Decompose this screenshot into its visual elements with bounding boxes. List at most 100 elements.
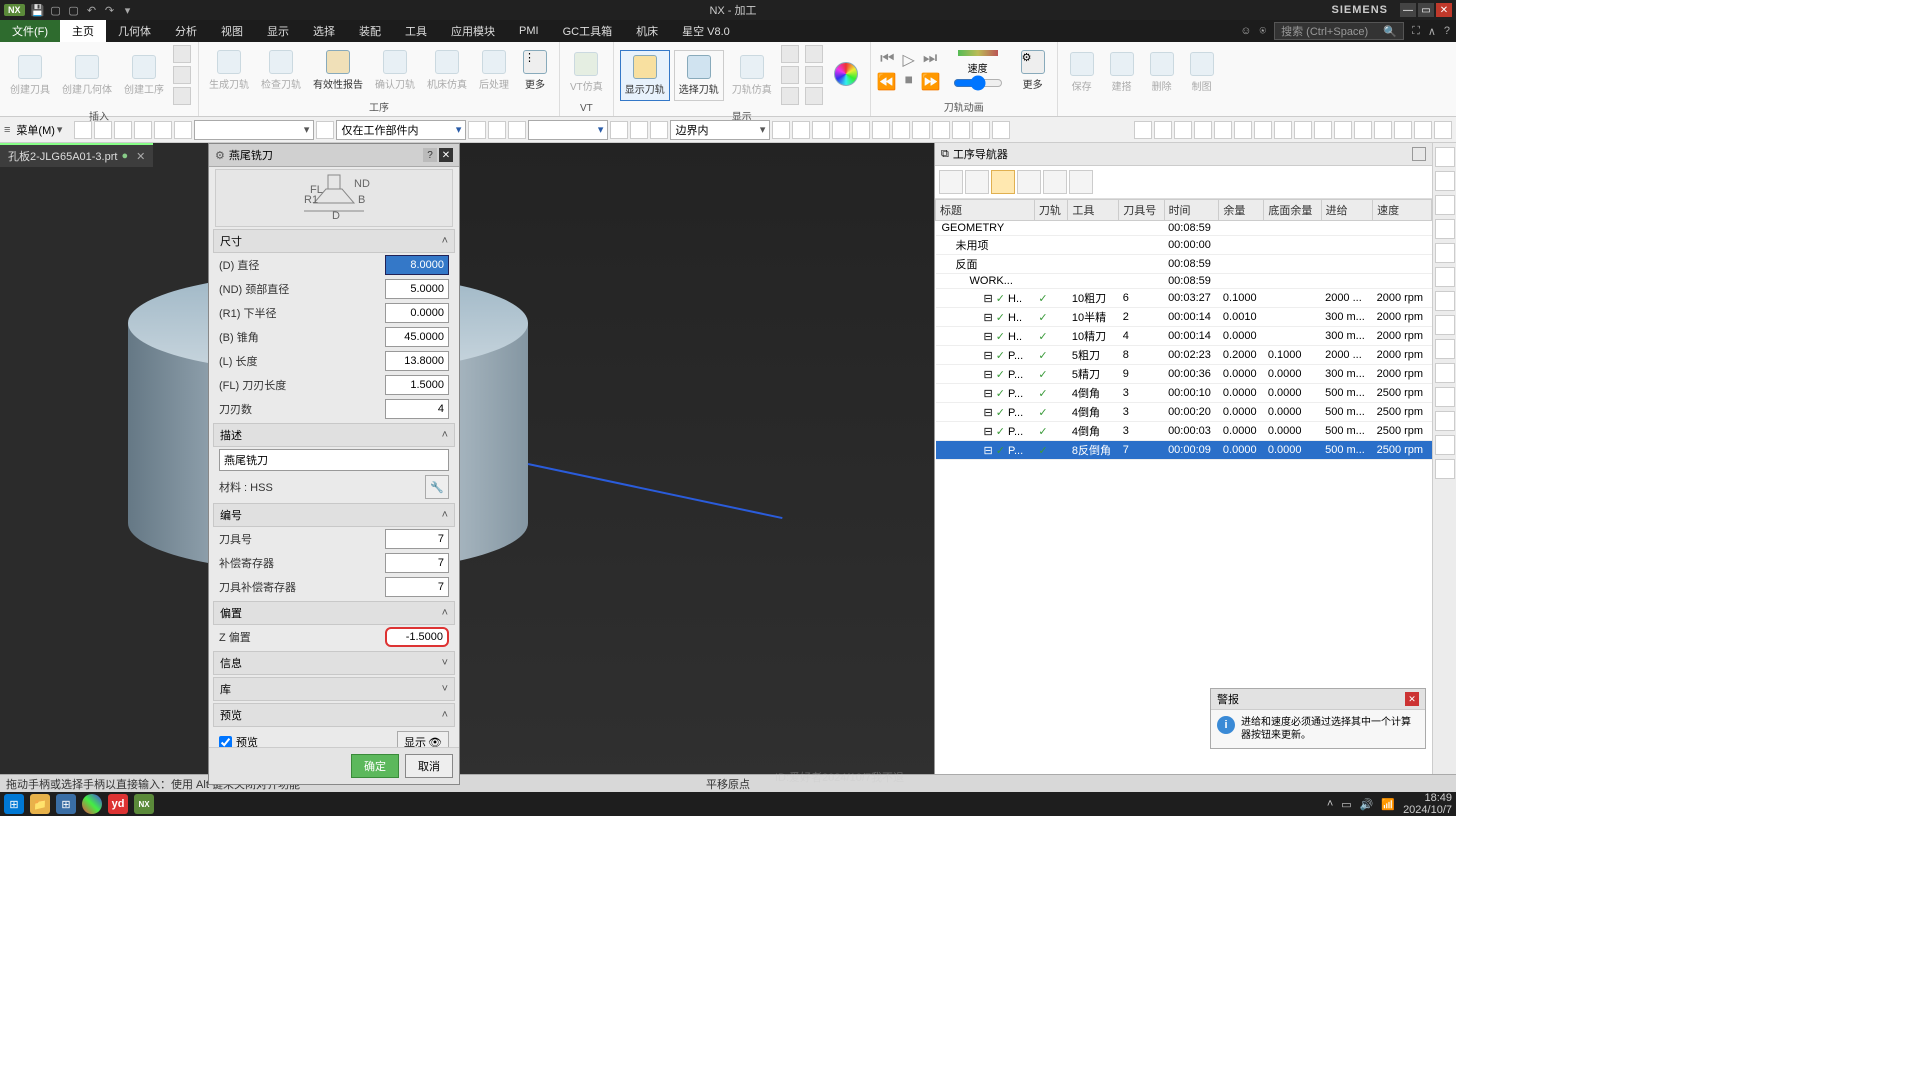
nav-column-header[interactable]: 标题 <box>936 200 1035 221</box>
nav-column-header[interactable]: 进给 <box>1321 200 1373 221</box>
tb2-button[interactable] <box>1294 121 1312 139</box>
redo-icon[interactable]: ↷ <box>103 3 117 17</box>
nav-column-header[interactable]: 速度 <box>1373 200 1432 221</box>
tab-analysis[interactable]: 分析 <box>163 20 209 42</box>
vt-button[interactable] <box>1435 315 1455 335</box>
tb2-button[interactable] <box>1254 121 1272 139</box>
tb2-button[interactable] <box>1434 121 1452 139</box>
nav-column-header[interactable]: 余量 <box>1219 200 1264 221</box>
nav-row[interactable]: ⊟ ✓ P...✓8反倒角700:00:090.00000.0000500 m.… <box>936 441 1432 460</box>
tb2-button[interactable] <box>610 121 628 139</box>
tab-machine[interactable]: 机床 <box>624 20 670 42</box>
tb2-button[interactable] <box>174 121 192 139</box>
vt-button[interactable] <box>1435 195 1455 215</box>
compreg-input[interactable] <box>385 553 449 573</box>
tb2-button[interactable] <box>852 121 870 139</box>
tb2-button[interactable] <box>892 121 910 139</box>
close-button[interactable]: ✕ <box>1436 3 1452 17</box>
nav-row[interactable]: WORK...00:08:59 <box>936 274 1432 289</box>
tb2-button[interactable] <box>1134 121 1152 139</box>
tb2-button[interactable] <box>94 121 112 139</box>
postprocess-button[interactable]: 后处理 <box>475 48 513 93</box>
verify-path-button[interactable]: 确认刀轨 <box>371 48 419 93</box>
nav-column-header[interactable]: 刀轨 <box>1034 200 1067 221</box>
toolnum-input[interactable] <box>385 529 449 549</box>
tab-geometry[interactable]: 几何体 <box>106 20 163 42</box>
tb2-button[interactable] <box>1154 121 1172 139</box>
section-lib[interactable]: 库˅ <box>213 677 455 701</box>
qat-dropdown-icon[interactable]: ▾ <box>121 3 135 17</box>
ok-button[interactable]: 确定 <box>351 754 399 778</box>
file-menu[interactable]: 文件(F) <box>0 20 60 42</box>
tb2-button[interactable] <box>1394 121 1412 139</box>
tray-icon[interactable]: ˄ <box>1327 798 1333 810</box>
tb2-button[interactable] <box>1194 121 1212 139</box>
nd-input[interactable] <box>385 279 449 299</box>
vt-button[interactable] <box>1435 267 1455 287</box>
tb2-select-empty[interactable]: ▾ <box>194 120 314 140</box>
save-icon[interactable]: 💾 <box>31 3 45 17</box>
nav-row[interactable]: ⊟ ✓ P...✓4倒角300:00:200.00000.0000500 m..… <box>936 403 1432 422</box>
stop-icon[interactable]: ⏹ <box>905 72 913 92</box>
insert-sm-button[interactable] <box>173 45 191 63</box>
yd-icon[interactable]: yd <box>108 794 128 814</box>
undo-icon[interactable]: ↶ <box>85 3 99 17</box>
tb2-button[interactable] <box>1334 121 1352 139</box>
maximize-icon[interactable] <box>1412 147 1426 161</box>
nx-taskbar-icon[interactable]: NX <box>134 794 154 814</box>
tb2-button[interactable] <box>488 121 506 139</box>
build-button[interactable]: 建搭 <box>1104 50 1140 95</box>
tb2-button[interactable] <box>1354 121 1372 139</box>
qat-icon[interactable]: ▢ <box>49 3 63 17</box>
nav-row[interactable]: ⊟ ✓ P...✓5精刀900:00:360.00000.0000300 m..… <box>936 365 1432 384</box>
smiley-icon[interactable]: ☺ <box>1240 25 1251 37</box>
tab-pmi[interactable]: PMI <box>507 22 551 40</box>
tb2-button[interactable] <box>650 121 668 139</box>
qat-icon[interactable]: ▢ <box>67 3 81 17</box>
close-icon[interactable]: ✕ <box>439 148 453 162</box>
system-tray[interactable]: ˄ ▭ 🔊 📶 18:49 2024/10/7 <box>1327 792 1452 816</box>
vt-button[interactable] <box>1435 291 1455 311</box>
path-sim-button[interactable]: 刀轨仿真 <box>728 53 776 98</box>
vt-button[interactable] <box>1435 147 1455 167</box>
draw-button[interactable]: 制图 <box>1184 50 1220 95</box>
anim-more-button[interactable]: ⚙更多 <box>1015 48 1051 93</box>
create-tool-button[interactable]: 创建刀具 <box>6 53 54 98</box>
nav-row[interactable]: ⊟ ✓ P...✓4倒角300:00:030.00000.0000500 m..… <box>936 422 1432 441</box>
tb2-button[interactable] <box>992 121 1010 139</box>
tb2-button[interactable] <box>134 121 152 139</box>
disp-sm-button[interactable] <box>781 45 799 63</box>
play-icon[interactable]: ▷ <box>903 50 915 70</box>
flutes-input[interactable] <box>385 399 449 419</box>
selection-scope-select[interactable]: 仅在工作部件内 <box>336 120 466 140</box>
gen-path-button[interactable]: 生成刀轨 <box>205 48 253 93</box>
tb2-button[interactable] <box>912 121 930 139</box>
nav-row[interactable]: ⊟ ✓ H..✓10精刀400:00:140.0000300 m...2000 … <box>936 327 1432 346</box>
tb2-button[interactable] <box>630 121 648 139</box>
file-tab[interactable]: 孔板2-JLG65A01-3.prt●✕ <box>0 143 153 167</box>
tb2-button[interactable] <box>772 121 790 139</box>
tab-display[interactable]: 显示 <box>255 20 301 42</box>
preview-checkbox[interactable] <box>219 736 232 748</box>
boundary-select[interactable]: 边界内▾ <box>670 120 770 140</box>
save-button[interactable]: 保存 <box>1064 50 1100 95</box>
show-button[interactable]: 显示👁 <box>397 731 449 747</box>
nav-row[interactable]: GEOMETRY00:08:59 <box>936 221 1432 236</box>
user-icon[interactable]: ⍟ <box>1260 25 1267 38</box>
check-path-button[interactable]: 检查刀轨 <box>257 48 305 93</box>
explorer-icon[interactable]: 📁 <box>30 794 50 814</box>
validity-report-button[interactable]: 有效性报告 <box>309 48 367 93</box>
tray-icon[interactable]: 🔊 <box>1360 798 1374 811</box>
search-box[interactable]: 搜索 (Ctrl+Space)🔍 <box>1274 22 1404 40</box>
speed-slider[interactable] <box>953 75 1003 91</box>
help-icon[interactable]: ? <box>423 148 437 162</box>
tab-home[interactable]: 主页 <box>60 20 106 42</box>
fl-input[interactable] <box>385 375 449 395</box>
insert-sm-button[interactable] <box>173 87 191 105</box>
tb2-button[interactable] <box>508 121 526 139</box>
nav-row[interactable]: ⊟ ✓ P...✓4倒角300:00:100.00000.0000500 m..… <box>936 384 1432 403</box>
vt-sim-button[interactable]: VT仿真 <box>566 50 607 95</box>
tb2-button[interactable] <box>114 121 132 139</box>
nav-tb-button[interactable] <box>1017 170 1041 194</box>
tab-gc[interactable]: GC工具箱 <box>551 20 625 42</box>
